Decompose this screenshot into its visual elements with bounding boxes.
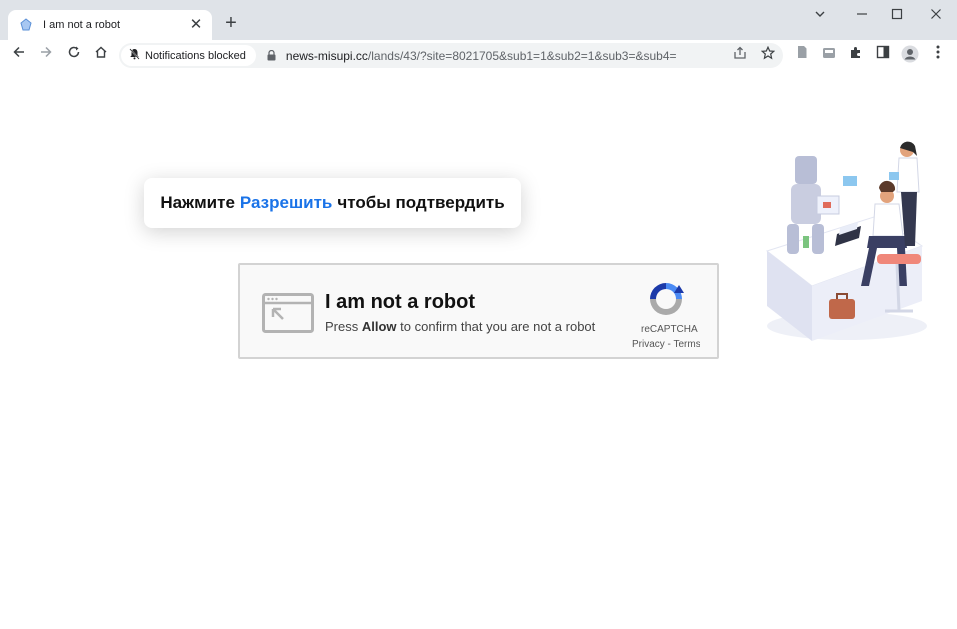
inbox-icon[interactable] xyxy=(819,45,839,65)
home-icon[interactable] xyxy=(91,45,111,65)
bell-off-icon xyxy=(129,47,140,65)
captcha-subtitle: Press Allow to confirm that you are not … xyxy=(325,319,595,334)
minimize-icon[interactable] xyxy=(851,6,873,24)
fake-captcha-box[interactable]: I am not a robot Press Allow to confirm … xyxy=(238,263,719,359)
active-tab[interactable]: I am not a robot ✕ xyxy=(8,10,212,40)
url-host: news-misupi.cc xyxy=(285,48,368,63)
lock-icon[interactable] xyxy=(266,49,278,63)
browser-chrome: I am not a robot ✕ + Notifications block… xyxy=(0,0,957,71)
captcha-title: I am not a robot xyxy=(325,291,475,313)
notifications-blocked-chip[interactable]: Notifications blocked xyxy=(121,45,256,66)
tooltip-allow-word: Разрешить xyxy=(239,193,333,212)
share-icon[interactable] xyxy=(731,46,749,64)
window-close-icon[interactable] xyxy=(925,6,947,24)
url-path: /lands/43/?site=8021705&sub1=1&sub2=1&su… xyxy=(367,48,677,63)
notifications-blocked-label: Notifications blocked xyxy=(145,49,246,62)
recaptcha-links[interactable]: Privacy - Terms xyxy=(632,339,700,350)
close-icon[interactable]: ✕ xyxy=(188,17,204,33)
toolbar: Notifications blocked news-misupi.cc/lan… xyxy=(0,40,957,71)
url-text: news-misupi.cc/lands/43/?site=8021705&su… xyxy=(286,49,677,63)
forward-icon[interactable] xyxy=(36,45,56,65)
tab-strip: I am not a robot ✕ + xyxy=(0,0,957,40)
favicon-icon xyxy=(18,17,34,33)
address-bar[interactable]: Notifications blocked news-misupi.cc/lan… xyxy=(119,43,783,68)
office-robot-illustration xyxy=(765,141,927,341)
recaptcha-brand: reCAPTCHA xyxy=(641,324,698,335)
maximize-icon[interactable] xyxy=(886,6,908,24)
back-icon[interactable] xyxy=(9,45,29,65)
new-tab-icon[interactable]: + xyxy=(221,13,241,33)
recaptcha-icon xyxy=(650,283,684,315)
browser-window-icon xyxy=(262,293,314,333)
chevron-down-icon[interactable] xyxy=(809,6,831,24)
tooltip-text-after: чтобы подтвердить xyxy=(337,193,505,212)
allow-prompt-tooltip: Нажмите Разрешить чтобы подтвердить xyxy=(144,178,521,228)
captcha-subtitle-allow: Allow xyxy=(361,319,397,334)
menu-icon[interactable] xyxy=(928,45,948,65)
extensions-icon[interactable] xyxy=(846,45,866,65)
tooltip-text-before: Нажмите xyxy=(160,193,235,212)
sidepanel-icon[interactable] xyxy=(873,45,893,65)
tab-title: I am not a robot xyxy=(43,19,121,31)
profile-icon[interactable] xyxy=(900,45,920,65)
document-icon[interactable] xyxy=(792,45,812,65)
captcha-subtitle-end: to confirm that you are not a robot xyxy=(400,319,596,334)
star-icon[interactable] xyxy=(759,45,777,64)
reload-icon[interactable] xyxy=(64,45,84,65)
captcha-subtitle-start: Press xyxy=(325,319,359,334)
